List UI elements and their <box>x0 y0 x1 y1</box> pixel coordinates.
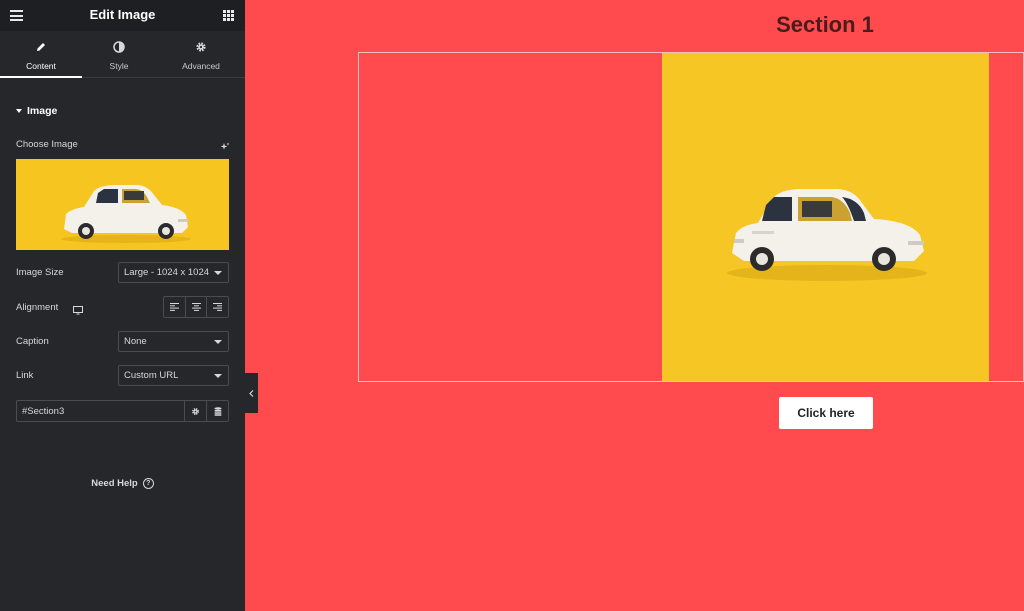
panel-tabs: Content Style Advanced <box>0 31 245 78</box>
image-section-title: Image <box>27 105 58 117</box>
chevron-down-icon <box>214 374 222 378</box>
car-image[interactable] <box>662 53 989 381</box>
pencil-icon <box>0 41 82 55</box>
tab-style[interactable]: Style <box>78 31 160 78</box>
align-left-button[interactable] <box>164 297 186 317</box>
align-center-icon <box>191 303 201 311</box>
car-image <box>16 159 229 250</box>
align-left-icon <box>169 303 179 311</box>
dynamic-tags-button[interactable] <box>206 401 228 421</box>
editor-panel: Edit Image Content Style Advanced Image <box>0 0 245 611</box>
desktop-responsive-icon[interactable] <box>73 302 83 320</box>
car-photo <box>662 53 989 381</box>
tab-content[interactable]: Content <box>0 31 82 78</box>
database-stack-icon <box>214 406 221 416</box>
image-size-label: Image Size <box>16 267 64 278</box>
link-label: Link <box>16 370 34 381</box>
chevron-down-icon <box>214 271 222 275</box>
align-center-button[interactable] <box>186 297 208 317</box>
gear-icon <box>160 41 242 55</box>
alignment-label: Alignment <box>16 302 59 313</box>
click-here-button[interactable]: Click here <box>779 397 873 429</box>
align-right-icon <box>213 303 223 311</box>
image-size-select[interactable]: Large - 1024 x 1024 <box>118 262 229 283</box>
tab-advanced-label: Advanced <box>182 61 220 71</box>
tab-style-label: Style <box>109 61 129 71</box>
panel-header: Edit Image <box>0 0 245 31</box>
chevron-left-icon <box>249 389 254 397</box>
section-heading[interactable]: Section 1 <box>700 12 950 38</box>
image-size-value: Large - 1024 x 1024 <box>124 267 210 278</box>
half-circle-style-icon <box>78 41 160 55</box>
widgets-grid-icon[interactable] <box>223 10 234 21</box>
caption-label: Caption <box>16 336 49 347</box>
chevron-down-icon <box>214 340 222 344</box>
choose-image-label: Choose Image <box>16 139 78 150</box>
image-thumbnail[interactable] <box>16 159 229 250</box>
alignment-control <box>163 296 229 318</box>
caret-down-icon <box>16 109 22 113</box>
link-url-text[interactable]: #Section3 <box>17 401 184 421</box>
tab-advanced[interactable]: Advanced <box>160 31 242 78</box>
question-circle-icon: ? <box>142 478 154 489</box>
caption-value: None <box>124 336 147 347</box>
tab-content-label: Content <box>26 61 56 71</box>
caption-select[interactable]: None <box>118 331 229 352</box>
collapse-panel-button[interactable] <box>245 373 258 413</box>
image-section-toggle[interactable]: Image <box>16 105 57 117</box>
need-help-label: Need Help <box>91 478 138 489</box>
link-value: Custom URL <box>124 370 179 381</box>
link-options-button[interactable] <box>184 401 206 421</box>
gear-icon <box>192 407 199 415</box>
link-select[interactable]: Custom URL <box>118 365 229 386</box>
link-url-input[interactable]: #Section3 <box>16 400 229 422</box>
panel-title: Edit Image <box>89 7 156 22</box>
align-right-button[interactable] <box>207 297 228 317</box>
need-help-link[interactable]: Need Help ? <box>0 478 245 489</box>
ai-sparkle-icon[interactable] <box>220 139 230 150</box>
